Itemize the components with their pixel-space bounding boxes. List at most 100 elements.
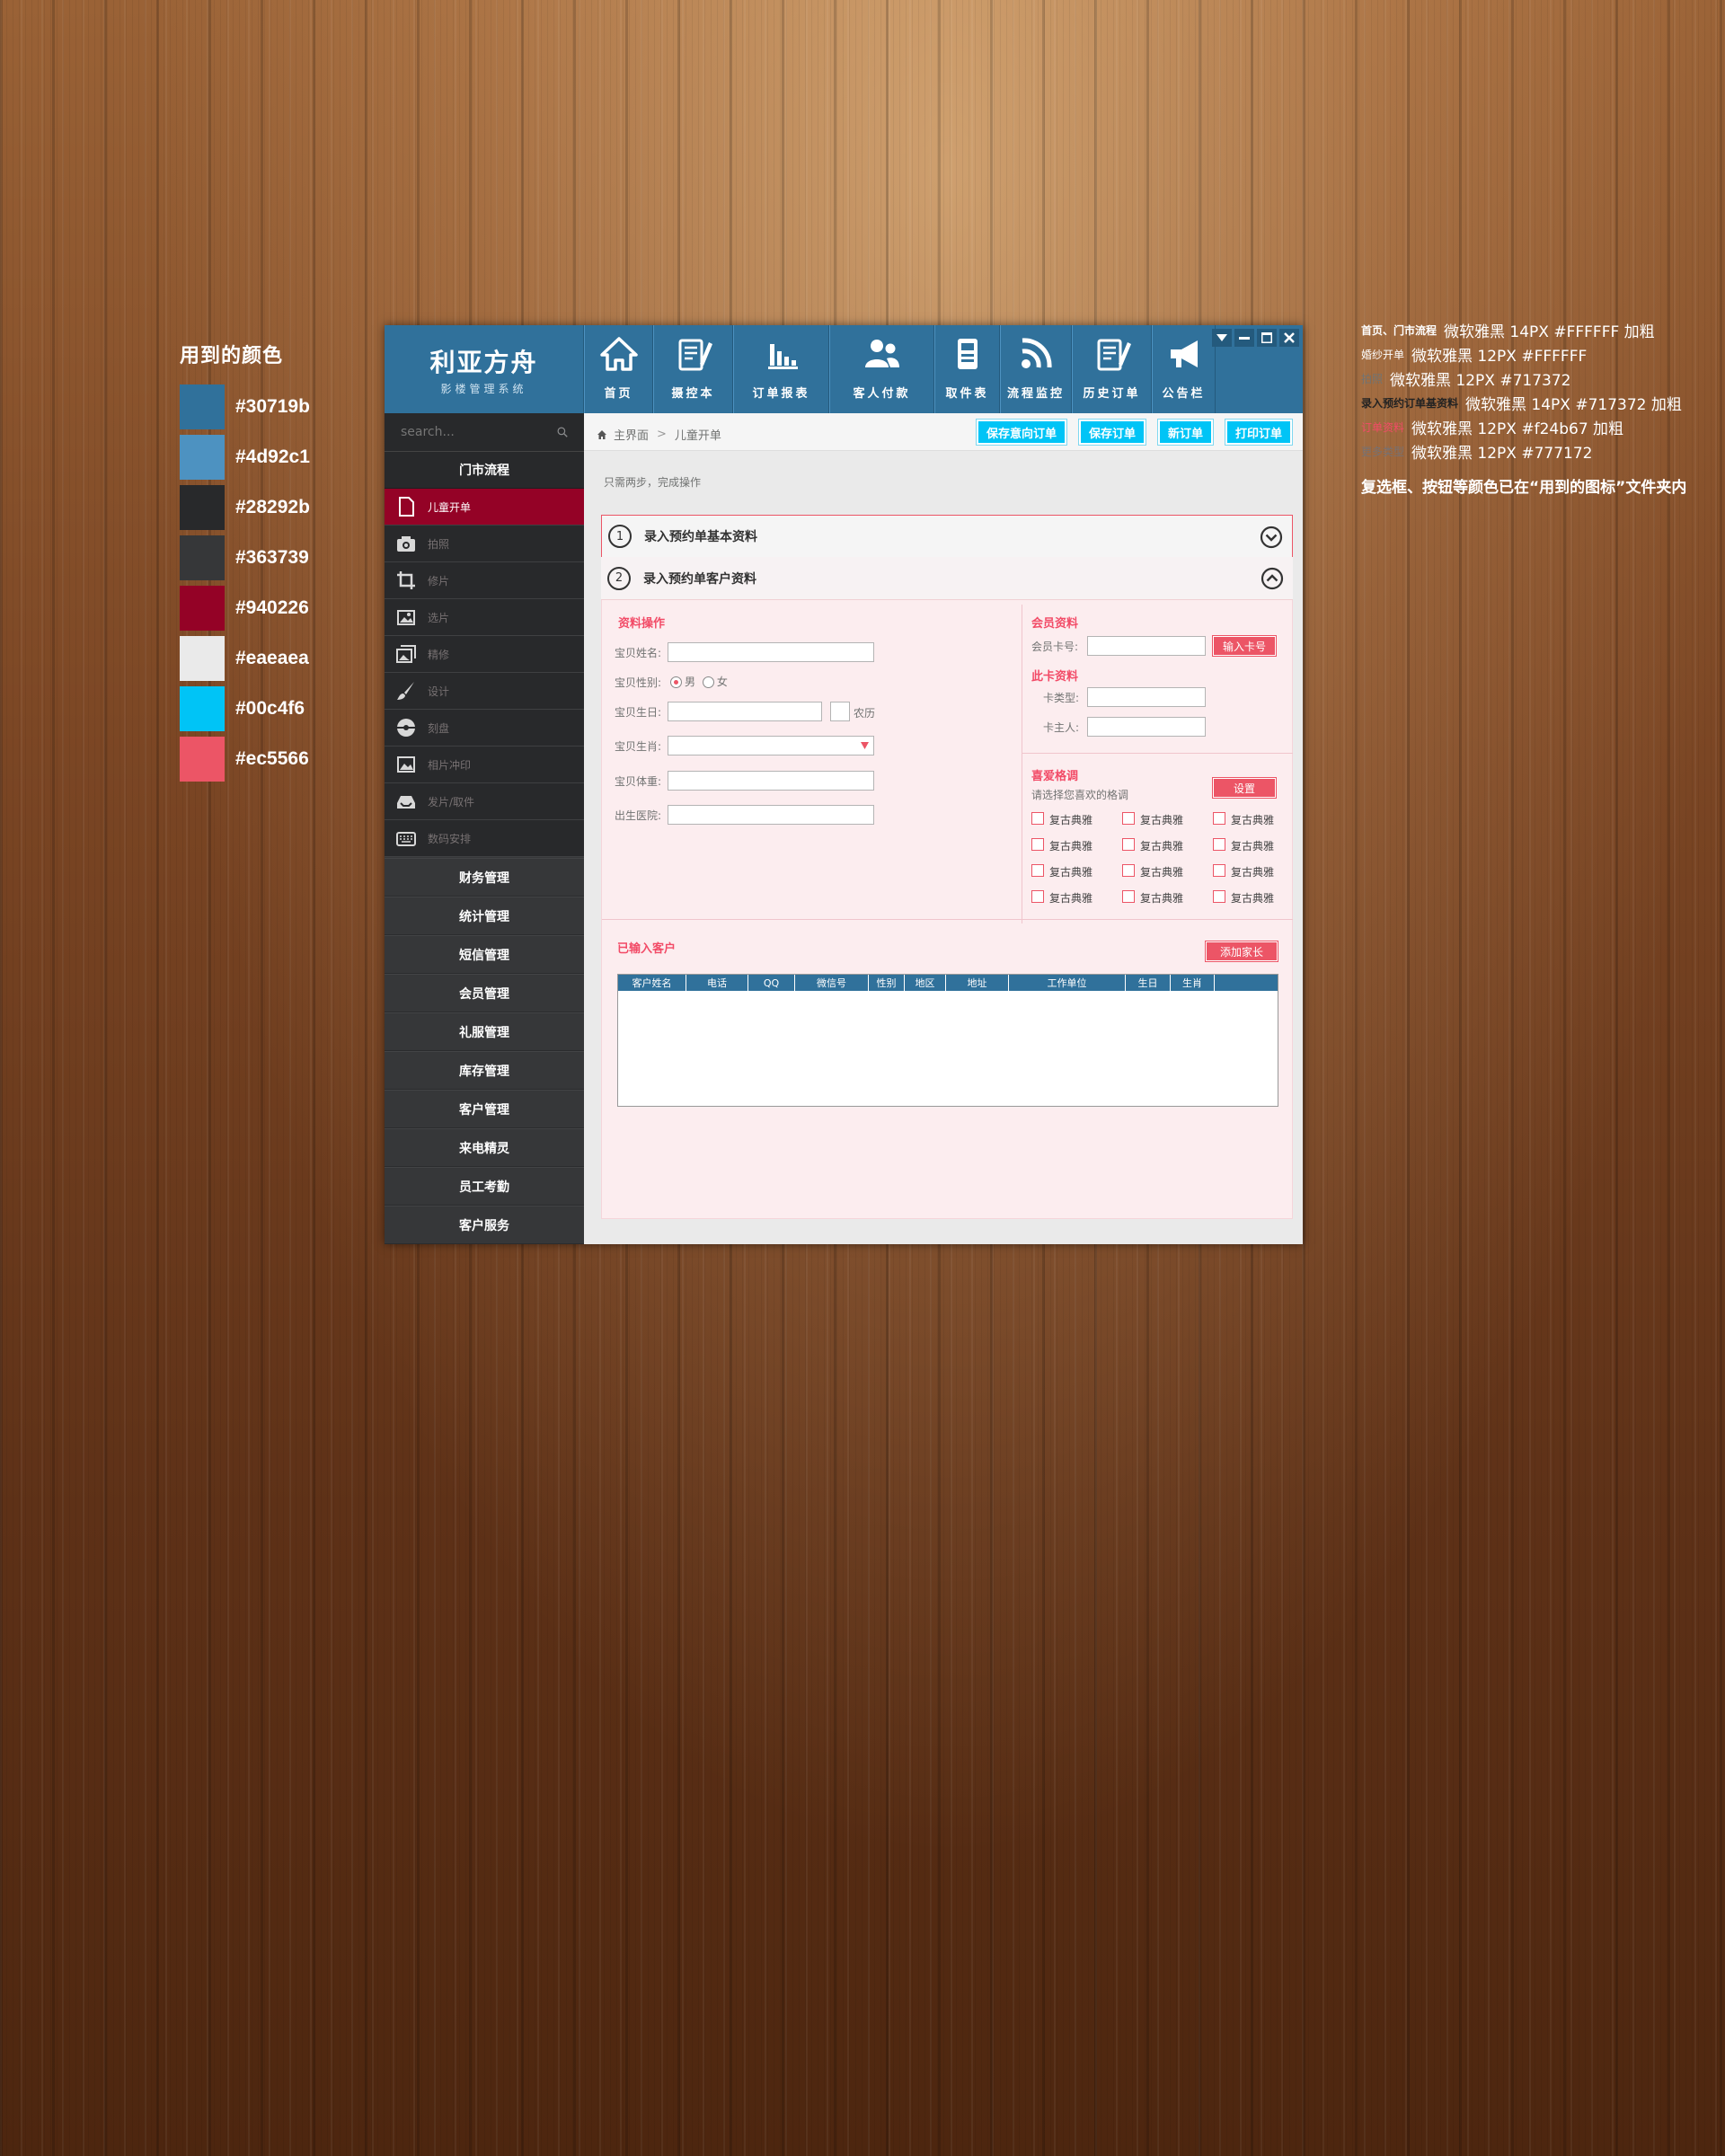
sidebar-menu-item-4[interactable]: 会员管理 (385, 974, 584, 1012)
nav-item-6[interactable]: 流程监控 (1000, 325, 1072, 413)
lunar-checkbox[interactable] (830, 702, 850, 721)
maximize-button[interactable] (1257, 329, 1277, 347)
nav-item-4[interactable]: 客人付款 (829, 325, 934, 413)
style-option-checkbox[interactable] (1122, 864, 1135, 877)
sidebar-menu-item-9[interactable]: 员工考勤 (385, 1167, 584, 1206)
set-style-button[interactable]: 设置 (1213, 778, 1276, 798)
style-option-label: 复古典雅 (1049, 814, 1093, 826)
nav-item-1[interactable]: 首页 (584, 325, 653, 413)
column-header[interactable]: 生肖 (1171, 975, 1215, 991)
sidebar-section-store-flow[interactable]: 门市流程 (385, 451, 584, 489)
nav-item-3[interactable]: 订单报表 (733, 325, 829, 413)
style-option-checkbox[interactable] (1031, 812, 1044, 825)
style-option-checkbox[interactable] (1213, 890, 1225, 903)
close-icon (1284, 332, 1295, 343)
nav-item-2[interactable]: 摄控本 (653, 325, 733, 413)
sidebar-sub-item-6[interactable]: 设计 (385, 673, 584, 710)
sidebar-sub-item-9[interactable]: 发片/取件 (385, 783, 584, 820)
minimize-button[interactable] (1234, 329, 1254, 347)
sidebar-sub-item-3[interactable]: 修片 (385, 562, 584, 599)
column-header[interactable]: 性别 (869, 975, 905, 991)
column-header[interactable]: 地址 (946, 975, 1009, 991)
sidebar-sub-item-4[interactable]: 选片 (385, 599, 584, 636)
sidebar-sub-item-2[interactable]: 拍照 (385, 526, 584, 562)
sidebar-sub-item-1[interactable]: 儿童开单 (385, 489, 584, 526)
new-order-button[interactable]: 新订单 (1157, 420, 1213, 445)
column-header[interactable]: 地区 (905, 975, 946, 991)
swatch-label: #00c4f6 (235, 698, 305, 719)
sidebar-menu: 财务管理 统计管理 短信管理 会员管理 礼服管理 库存管理 客户管理 来电精灵 员工考勤 客户服务 (385, 858, 584, 1244)
dropdown-button[interactable] (1212, 329, 1232, 347)
gender-male-radio[interactable] (670, 676, 682, 688)
sidebar-sub-item-5[interactable]: 精修 (385, 636, 584, 673)
sidebar-menu-item-5[interactable]: 礼服管理 (385, 1012, 584, 1051)
card-no-field[interactable] (1087, 636, 1206, 656)
style-option-checkbox[interactable] (1213, 812, 1225, 825)
window-controls (1212, 329, 1299, 347)
sidebar-sub-item-8[interactable]: 相片冲印 (385, 747, 584, 783)
nav-item-7[interactable]: 历史订单 (1072, 325, 1152, 413)
card-owner-field[interactable] (1087, 717, 1206, 737)
column-header[interactable]: QQ (748, 975, 795, 991)
collapse-icon[interactable] (1261, 567, 1284, 590)
search-icon[interactable] (557, 425, 568, 439)
nav-item-5[interactable]: 取件表 (934, 325, 1000, 413)
step-1-header[interactable]: 1 录入预约单基本资料 (601, 515, 1293, 558)
sidebar-sub-item-label: 修片 (428, 574, 450, 588)
sidebar-menu-item-7[interactable]: 客户管理 (385, 1090, 584, 1128)
column-header[interactable]: 工作单位 (1009, 975, 1126, 991)
birthday-field[interactable] (668, 702, 822, 721)
note-description: 微软雅黑 12PX #777172 (1411, 445, 1593, 463)
card-type-field[interactable] (1087, 687, 1206, 707)
main-nav: 首页 摄控本 订单报表 客人付款 取件表 流程监控 历史订单 公告栏 (584, 325, 1216, 413)
sidebar-menu-item-1[interactable]: 财务管理 (385, 858, 584, 897)
column-header[interactable]: 微信号 (795, 975, 869, 991)
expand-icon[interactable] (1260, 526, 1283, 549)
zodiac-select[interactable] (668, 736, 874, 755)
column-header[interactable]: 电话 (686, 975, 748, 991)
sidebar-sub-item-7[interactable]: 刻盘 (385, 710, 584, 747)
step-2-header[interactable]: 2 录入预约单客户资料 (601, 557, 1293, 600)
style-option-checkbox[interactable] (1122, 838, 1135, 851)
sidebar-sub-item-10[interactable]: 数码安排 (385, 820, 584, 857)
input-card-button[interactable]: 输入卡号 (1213, 636, 1276, 656)
print-order-button[interactable]: 打印订单 (1225, 420, 1292, 445)
hospital-field[interactable] (668, 805, 874, 825)
logo-title: 利亚方舟 (429, 347, 538, 377)
sidebar-sub-items: 儿童开单 拍照修片选片 精修 设计 刻盘 相片冲印 发片/取件 数码安排 (385, 489, 584, 857)
sidebar-menu-item-10[interactable]: 客户服务 (385, 1206, 584, 1244)
name-field[interactable] (668, 642, 874, 662)
step-1-title: 录入预约单基本资料 (644, 530, 757, 544)
column-header[interactable]: 生日 (1126, 975, 1171, 991)
gender-female-radio[interactable] (702, 676, 714, 688)
close-button[interactable] (1279, 329, 1299, 347)
step-2-number: 2 (607, 566, 631, 590)
weight-field[interactable] (668, 771, 874, 791)
style-option-checkbox[interactable] (1031, 864, 1044, 877)
search-input[interactable] (401, 425, 557, 439)
style-option-checkbox[interactable] (1122, 890, 1135, 903)
style-option-label: 复古典雅 (1140, 892, 1184, 905)
swatch-row: #4d92c1 (180, 435, 310, 480)
sidebar-menu-item-2[interactable]: 统计管理 (385, 897, 584, 935)
style-option-checkbox[interactable] (1213, 864, 1225, 877)
sidebar-menu-item-3[interactable]: 短信管理 (385, 935, 584, 974)
style-option-checkbox[interactable] (1213, 838, 1225, 851)
column-header[interactable]: 客户姓名 (618, 975, 686, 991)
breadcrumb-home[interactable]: 主界面 (614, 426, 649, 443)
breadcrumb: 主界面 > 儿童开单 (597, 426, 721, 443)
save-order-button[interactable]: 保存订单 (1078, 420, 1146, 445)
swatch-row: #30719b (180, 384, 310, 429)
sidebar-menu-item-8[interactable]: 来电精灵 (385, 1128, 584, 1167)
style-option-checkbox[interactable] (1031, 890, 1044, 903)
gender-male-label: 男 (685, 676, 696, 688)
note-description: 微软雅黑 14PX #FFFFFF 加粗 (1444, 323, 1655, 341)
style-option-checkbox[interactable] (1122, 812, 1135, 825)
nav-item-8[interactable]: 公告栏 (1152, 325, 1216, 413)
save-intent-order-button[interactable]: 保存意向订单 (976, 420, 1066, 445)
main-content: 主界面 > 儿童开单 保存意向订单 保存订单 新订单 打印订单 只需两步，完成操作 1… (584, 413, 1303, 1244)
style-pref-subtitle: 请选择您喜欢的格调 (1031, 789, 1129, 801)
style-option-checkbox[interactable] (1031, 838, 1044, 851)
add-parent-button[interactable]: 添加家长 (1206, 941, 1278, 961)
sidebar-menu-item-6[interactable]: 库存管理 (385, 1051, 584, 1090)
